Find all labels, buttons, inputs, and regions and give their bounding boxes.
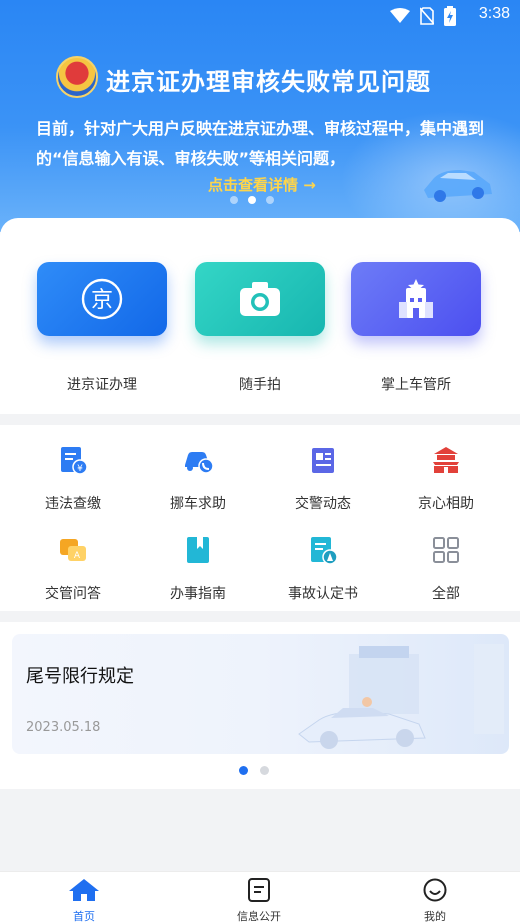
tab-home[interactable]: 首页: [24, 878, 144, 924]
fine-payment-icon: ¥: [61, 447, 88, 475]
tab-mine[interactable]: 我的: [375, 878, 495, 924]
building-star-icon: [399, 279, 433, 318]
vehicle-office-tile[interactable]: [351, 262, 481, 336]
service-accident[interactable]: 事故认定书: [258, 535, 388, 603]
service-jingxin-label: 京心相助: [418, 496, 474, 512]
notice-dot-active[interactable]: [239, 766, 248, 775]
all-grid-icon: [433, 537, 459, 563]
accident-document-icon: [311, 537, 338, 565]
home-icon: [69, 879, 99, 901]
no-sim-icon: [420, 7, 434, 25]
service-qa-label: 交管问答: [45, 586, 101, 602]
banner-detail-link[interactable]: 点击查看详情 →: [208, 174, 316, 195]
bottom-tab-bar: 首页 信息公开 我的: [0, 871, 520, 924]
service-jingxin[interactable]: 京心相助: [381, 445, 511, 513]
services-grid: ¥ 违法查缴 挪车求助 交警动态 京心相助 A 交管问答 办事指南 事故认定书 …: [0, 425, 520, 611]
svg-text:¥: ¥: [77, 464, 83, 474]
wifi-icon: [390, 8, 410, 23]
battery-charging-icon: [444, 6, 456, 26]
jingzheng-label: 进京证办理: [67, 377, 137, 393]
car-illustration-icon: [424, 170, 492, 202]
notice-title: 尾号限行规定: [26, 666, 134, 687]
service-move-car[interactable]: 挪车求助: [133, 445, 263, 513]
photo-report-tile[interactable]: [195, 262, 325, 336]
service-police-news[interactable]: 交警动态: [258, 445, 388, 513]
qa-chat-icon: A: [60, 539, 86, 561]
notice-carousel: 尾号限行规定 2023.05.18: [0, 622, 520, 789]
jingzheng-tile[interactable]: 京: [37, 262, 167, 336]
status-bar: 3:38: [0, 0, 520, 30]
banner-dot[interactable]: [230, 196, 238, 204]
tiananmen-icon: [433, 447, 459, 473]
top-banner[interactable]: 3:38 进京证办理审核失败常见问题 目前，针对广大用户反映在进京证办理、审核过…: [0, 0, 520, 232]
service-police-news-label: 交警动态: [295, 496, 351, 512]
banner-pagination: [230, 196, 274, 204]
tab-mine-label: 我的: [424, 910, 446, 923]
notice-dot[interactable]: [260, 766, 269, 775]
service-all[interactable]: 全部: [381, 535, 511, 603]
notice-item[interactable]: 尾号限行规定 2023.05.18: [12, 634, 509, 754]
service-all-label: 全部: [432, 586, 460, 602]
banner-dot[interactable]: [266, 196, 274, 204]
service-accident-label: 事故认定书: [288, 586, 358, 602]
tab-home-label: 首页: [73, 910, 95, 923]
main-services-card: 京 进京证办理 随手拍 掌上车管所: [0, 218, 520, 414]
status-icons: [390, 6, 456, 26]
camera-icon: [240, 282, 280, 316]
service-violation-label: 违法查缴: [45, 496, 101, 512]
notice-pagination: [239, 766, 269, 775]
banner-dot-active[interactable]: [248, 196, 256, 204]
move-car-call-icon: [185, 452, 214, 474]
vehicle-office-label: 掌上车管所: [381, 377, 451, 393]
police-emblem-icon: [56, 56, 98, 98]
service-move-car-label: 挪车求助: [170, 496, 226, 512]
service-guide[interactable]: 办事指南: [133, 535, 263, 603]
svg-text:京: 京: [91, 288, 113, 313]
tab-info-public[interactable]: 信息公开: [199, 878, 319, 924]
service-guide-label: 办事指南: [170, 586, 226, 602]
service-qa[interactable]: A 交管问答: [8, 535, 138, 603]
service-violation[interactable]: ¥ 违法查缴: [8, 445, 138, 513]
document-icon: [248, 878, 270, 902]
notice-date: 2023.05.18: [26, 720, 101, 735]
tab-info-public-label: 信息公开: [237, 910, 281, 923]
news-icon: [312, 448, 334, 473]
car-road-illustration-icon: [298, 644, 504, 749]
photo-report-label: 随手拍: [239, 377, 281, 393]
svg-text:A: A: [74, 551, 81, 561]
status-time: 3:38: [478, 5, 510, 22]
smile-icon: [423, 878, 447, 902]
banner-title: 进京证办理审核失败常见问题: [106, 68, 431, 96]
jing-badge-icon: 京: [81, 278, 123, 320]
guide-book-icon: [187, 537, 209, 563]
